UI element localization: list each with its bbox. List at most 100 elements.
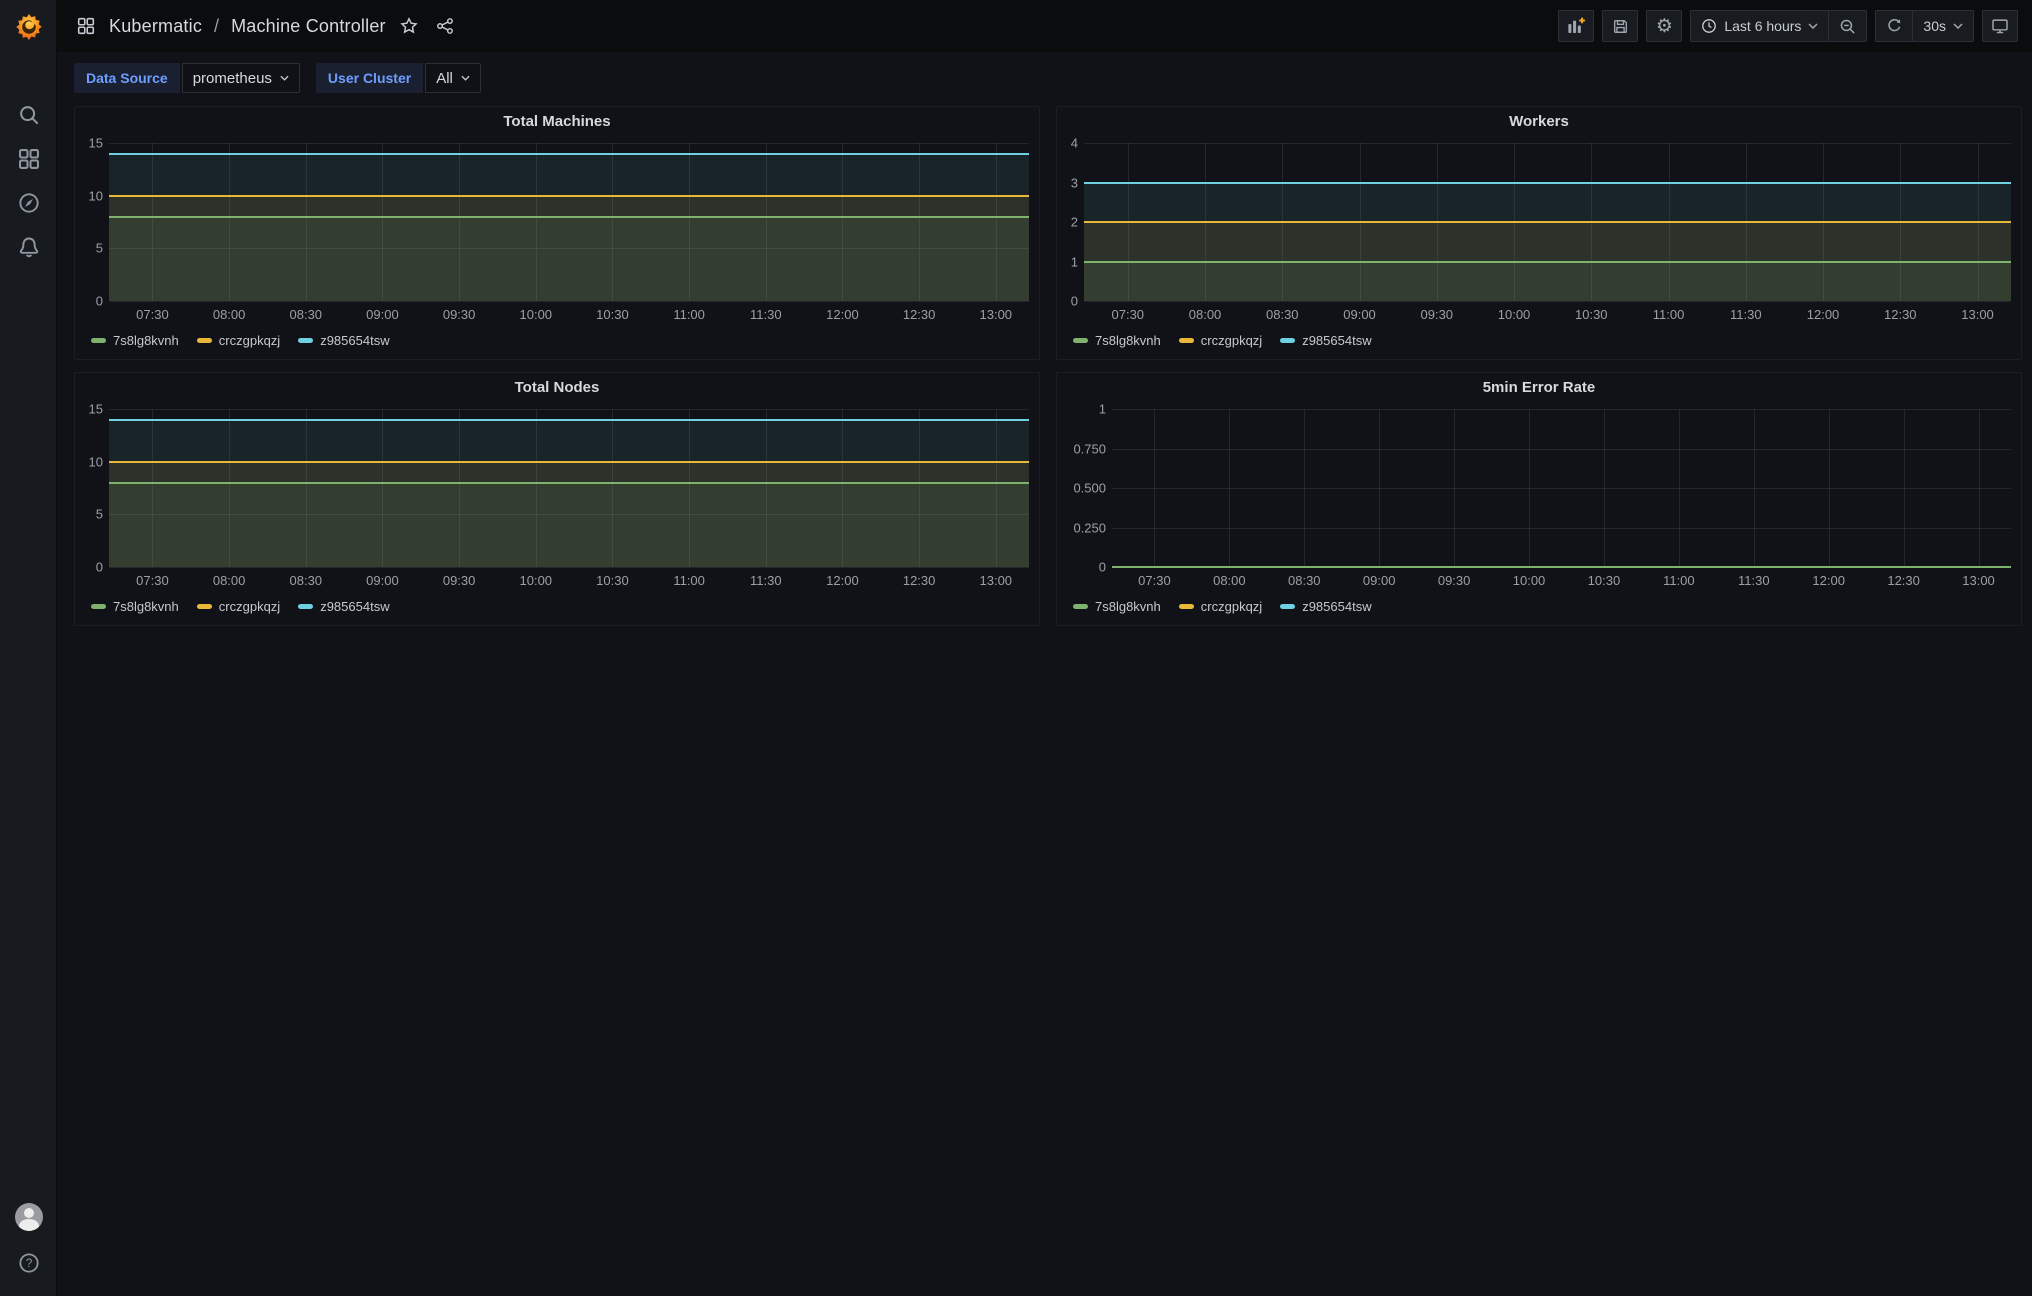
bell-icon <box>19 237 38 258</box>
search-icon <box>19 106 38 125</box>
series-fill-7s8lg8kvnh <box>109 482 1029 567</box>
legend-item-7s8lg8kvnh[interactable]: 7s8lg8kvnh <box>91 333 179 348</box>
x-tick-label: 10:30 <box>596 573 629 588</box>
user-cluster-value: All <box>436 69 453 87</box>
series-line-crczgpkqzj <box>109 194 1029 197</box>
legend-marker <box>298 337 314 343</box>
chevron-down-icon <box>461 75 470 81</box>
plot-area[interactable] <box>1112 409 2011 568</box>
panel-title[interactable]: Total Nodes <box>85 379 1029 397</box>
time-range-label: Last 6 hours <box>1724 18 1802 34</box>
series-line-7s8lg8kvnh <box>109 215 1029 218</box>
legend-label: 7s8lg8kvnh <box>1095 598 1161 614</box>
legend-item-7s8lg8kvnh[interactable]: 7s8lg8kvnh <box>91 599 179 614</box>
x-tick-label: 10:30 <box>1574 307 1608 322</box>
variable-data-source: Data Source prometheus <box>74 63 300 93</box>
dashboard-settings-button[interactable]: ⚙ <box>1646 10 1683 42</box>
h-gridline <box>109 143 1029 144</box>
x-tick-label: 08:00 <box>212 307 246 322</box>
x-axis: 07:30 08:00 08:30 09:00 09:30 10:00 10:30 11:00… <box>109 307 1029 323</box>
sidebar-item-dashboards[interactable] <box>11 144 47 174</box>
x-tick-label: 10:00 <box>519 307 553 322</box>
time-range-picker[interactable]: Last 6 hours <box>1691 11 1828 41</box>
refresh-button[interactable] <box>1876 11 1912 41</box>
breadcrumb: Kubermatic / Machine Controller <box>73 13 458 39</box>
v-gridline <box>1828 409 1830 567</box>
legend-label: crczgpkqzj <box>1200 598 1263 614</box>
sidebar-item-explore[interactable] <box>11 188 47 218</box>
legend-marker <box>1073 337 1088 343</box>
share-dashboard-button[interactable] <box>432 13 458 39</box>
sidebar-item-help[interactable]: ? <box>11 1248 47 1278</box>
y-tick-label: 0.500 <box>1073 480 1106 496</box>
cycle-view-mode-button[interactable] <box>1982 10 2018 42</box>
legend-item-z985654tsw[interactable]: z985654tsw <box>298 599 390 614</box>
sidebar-item-alerting[interactable] <box>11 232 47 262</box>
save-dashboard-button[interactable] <box>1602 10 1639 42</box>
y-tick-label: 5 <box>95 506 103 522</box>
panel-title[interactable]: Total Machines <box>85 113 1029 131</box>
legend-item-7s8lg8kvnh[interactable]: 7s8lg8kvnh <box>1073 599 1161 614</box>
legend-item-crczgpkqzj[interactable]: crczgpkqzj <box>196 599 280 614</box>
x-tick-label: 07:30 <box>136 307 169 322</box>
series-fill-7s8lg8kvnh <box>109 216 1029 301</box>
v-gridline <box>1304 409 1306 567</box>
v-gridline <box>1753 409 1755 567</box>
add-panel-button[interactable] <box>1558 10 1595 42</box>
x-tick-label: 12:30 <box>1887 573 1920 588</box>
zoom-out-time-button[interactable] <box>1828 11 1866 41</box>
plot-area[interactable] <box>1084 143 2011 302</box>
sidebar-item-profile[interactable] <box>11 1202 47 1232</box>
x-tick-label: 07:30 <box>1111 307 1145 322</box>
x-tick-label: 09:30 <box>1420 307 1454 322</box>
panel-workers: Workers 0 1 2 3 4 07:30 08:00 08:30 09:00 09:30 10:… <box>1056 106 2022 360</box>
y-axis: 0 0.250 0.500 0.750 1 <box>1067 402 1112 575</box>
refresh-interval-picker[interactable]: 30s <box>1912 11 1973 41</box>
x-axis: 07:30 08:00 08:30 09:00 09:30 10:00 10:30 11:00… <box>1112 573 2011 589</box>
legend-item-crczgpkqzj[interactable]: crczgpkqzj <box>1178 598 1263 614</box>
legend: 7s8lg8kvnh crczgpkqzj z985654tsw <box>1073 597 2011 615</box>
legend-item-z985654tsw[interactable]: z985654tsw <box>1280 333 1372 348</box>
magnifier-minus-icon <box>1841 19 1856 34</box>
breadcrumb-dashboard[interactable]: Kubermatic <box>109 16 202 37</box>
breadcrumb-separator: / <box>214 15 220 36</box>
user-cluster-dropdown[interactable]: All <box>425 63 481 93</box>
legend-label: z985654tsw <box>320 332 390 348</box>
dashboard-content: Data Source prometheus User Cluster All <box>57 52 2032 1296</box>
legend-item-crczgpkqzj[interactable]: crczgpkqzj <box>196 333 280 348</box>
x-tick-label: 12:00 <box>1806 307 1840 322</box>
legend-item-z985654tsw[interactable]: z985654tsw <box>1280 599 1372 614</box>
v-gridline <box>1903 409 1905 567</box>
y-tick-label: 1 <box>1070 254 1078 269</box>
legend-marker <box>196 337 212 343</box>
plot-area[interactable] <box>109 143 1029 302</box>
grafana-logo[interactable] <box>0 0 57 54</box>
star-dashboard-button[interactable] <box>396 13 422 39</box>
series-line-7s8lg8kvnh <box>1112 566 2011 568</box>
legend-marker <box>1280 603 1296 609</box>
legend-item-7s8lg8kvnh[interactable]: 7s8lg8kvnh <box>1073 333 1161 348</box>
breadcrumb-page-title: Machine Controller <box>231 15 386 36</box>
data-source-dropdown[interactable]: prometheus <box>181 63 300 93</box>
x-tick-label: 09:00 <box>1343 307 1376 322</box>
series-line-crczgpkqzj <box>109 460 1029 463</box>
h-gridline <box>109 301 1029 302</box>
refresh-icon <box>1888 19 1901 32</box>
apps-grid-icon <box>18 149 39 169</box>
x-tick-label: 09:00 <box>1362 573 1396 588</box>
sidebar-item-search[interactable] <box>11 100 47 130</box>
x-axis: 07:30 08:00 08:30 09:00 09:30 10:00 10:30 11:00… <box>109 573 1029 589</box>
x-tick-label: 07:30 <box>1138 573 1171 588</box>
x-tick-label: 09:00 <box>366 573 399 588</box>
legend-item-z985654tsw[interactable]: z985654tsw <box>298 332 390 348</box>
legend-marker <box>91 337 106 343</box>
x-tick-label: 12:30 <box>902 573 936 588</box>
v-gridline <box>1978 409 1980 567</box>
panel-title[interactable]: 5min Error Rate <box>1067 379 2011 397</box>
legend-item-crczgpkqzj[interactable]: crczgpkqzj <box>1178 333 1262 348</box>
series-line-z985654tsw <box>1084 181 2011 184</box>
series-fill-7s8lg8kvnh <box>1084 261 2011 301</box>
plot-area[interactable] <box>109 409 1029 568</box>
x-tick-label: 10:30 <box>596 307 629 322</box>
panel-title[interactable]: Workers <box>1067 113 2011 131</box>
